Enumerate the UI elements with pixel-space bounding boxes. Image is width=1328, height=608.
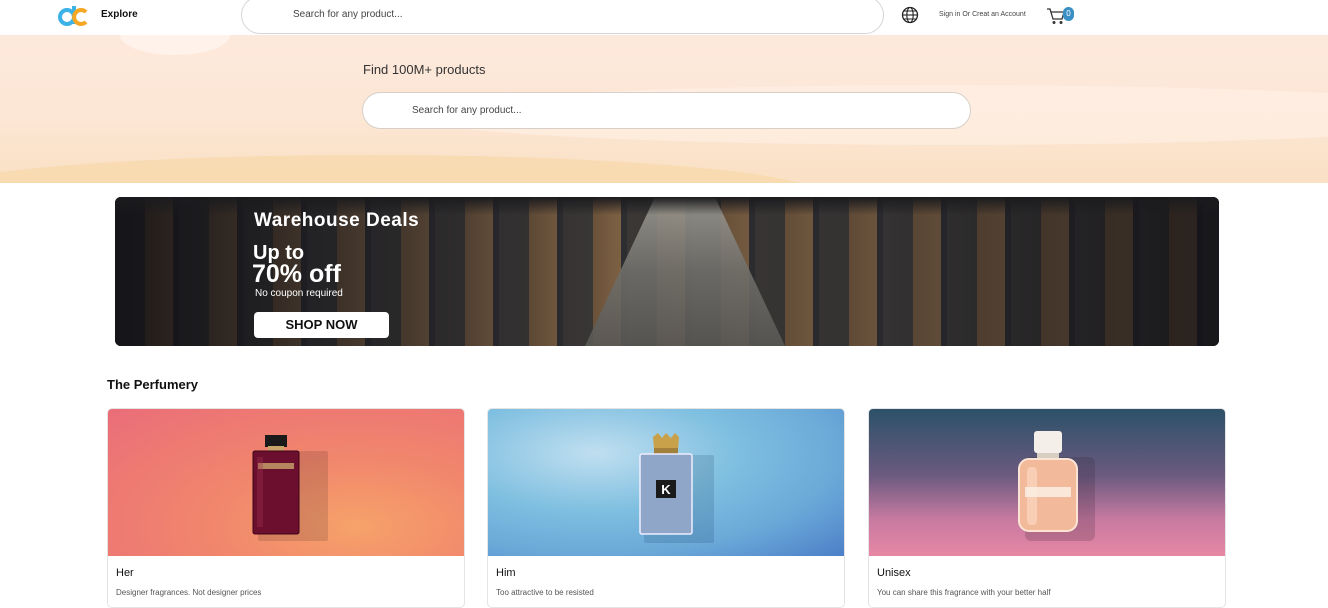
perfume-bottle-icon: K	[639, 433, 714, 543]
top-navigation-bar: Explore Sign in Or Creat an Account 0	[0, 0, 1328, 35]
warehouse-deals-banner[interactable]: Warehouse Deals Up to 70% off No coupon …	[115, 197, 1219, 346]
globe-icon[interactable]	[901, 6, 919, 24]
card-title: Her	[116, 567, 134, 579]
cart-count-badge: 0	[1063, 7, 1074, 21]
banner-title: Warehouse Deals	[254, 210, 420, 231]
sign-in-link[interactable]: Sign in Or Creat an Account	[939, 11, 1026, 18]
product-category-card-unisex[interactable]: Unisex You can share this fragrance with…	[868, 408, 1226, 608]
card-image: K	[488, 409, 844, 556]
perfume-bottle-icon	[252, 435, 328, 541]
banner-subtitle: No coupon required	[255, 288, 343, 299]
product-category-card-him[interactable]: K Him Too attractive to be resisted	[487, 408, 845, 608]
shop-now-button[interactable]: SHOP NOW	[254, 312, 389, 338]
svg-text:K: K	[661, 482, 671, 497]
explore-link[interactable]: Explore	[101, 9, 138, 20]
banner-discount-line2: 70% off	[252, 260, 341, 288]
card-description: Too attractive to be resisted	[496, 588, 594, 597]
section-title: The Perfumery	[107, 377, 199, 392]
perfume-bottle-icon	[1018, 431, 1095, 541]
hero-section: Find 100M+ products	[0, 35, 1328, 183]
card-title: Him	[496, 567, 516, 579]
header-search-input[interactable]	[293, 9, 853, 20]
card-description: You can share this fragrance with your b…	[877, 588, 1051, 597]
brand-logo[interactable]	[58, 4, 88, 28]
hero-search-bar[interactable]	[362, 92, 971, 129]
card-title: Unisex	[877, 567, 911, 579]
product-category-card-her[interactable]: Her Designer fragrances. Not designer pr…	[107, 408, 465, 608]
hero-title: Find 100M+ products	[363, 62, 486, 77]
hero-decoration	[0, 155, 820, 183]
card-image	[869, 409, 1225, 556]
card-image	[108, 409, 464, 556]
hero-search-input[interactable]	[412, 105, 942, 116]
card-description: Designer fragrances. Not designer prices	[116, 588, 262, 597]
hero-decoration	[120, 35, 230, 55]
header-search-bar[interactable]	[241, 0, 884, 34]
